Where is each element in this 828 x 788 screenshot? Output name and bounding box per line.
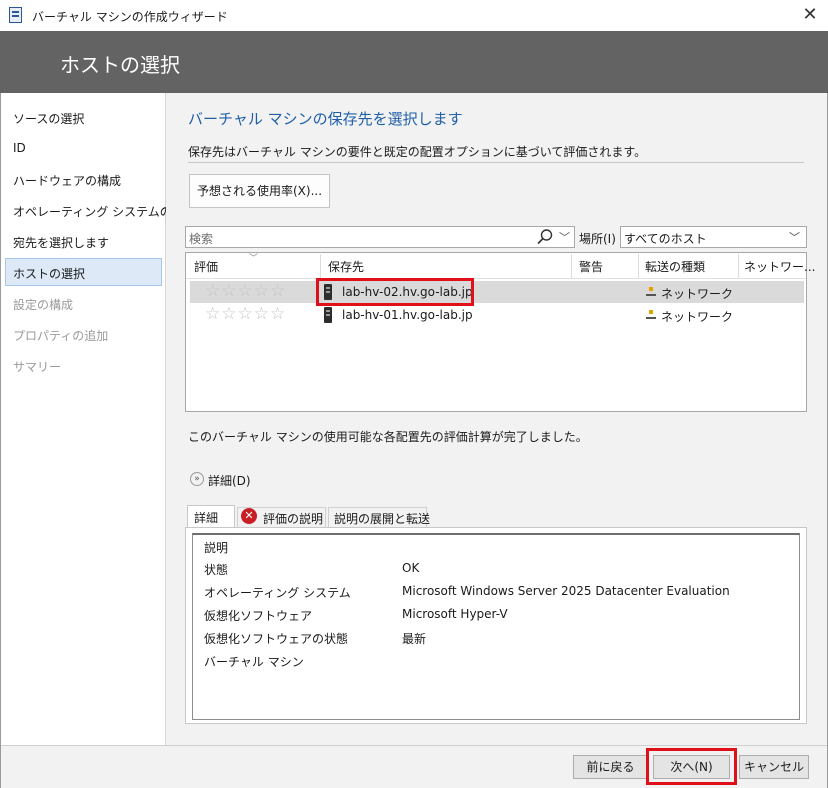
back-button[interactable]: 前に戻る [573, 755, 648, 779]
sidebar-item-source[interactable]: ソースの選択 [13, 110, 84, 127]
details-list [192, 533, 800, 720]
tab-details-label: 詳細 [194, 511, 219, 525]
column-header-transfer[interactable]: 転送の種類 [645, 258, 705, 275]
window-title: バーチャル マシンの作成ウィザード [32, 10, 228, 24]
detail-key: 仮想化ソフトウェアの状態 [204, 632, 349, 646]
cancel-button[interactable]: キャンセル [739, 755, 809, 779]
column-header-network[interactable]: ネットワー... [744, 258, 815, 275]
wizard-sidebar [1, 93, 166, 745]
close-icon[interactable]: ✕ [795, 2, 825, 28]
transfer-type: ネットワーク [661, 287, 734, 301]
sort-indicator-icon: ﹀ [249, 254, 259, 264]
sidebar-item-host[interactable]: ホストの選択 [13, 265, 85, 282]
search-placeholder: 検索 [189, 232, 214, 246]
host-grid [185, 252, 807, 412]
detail-value: Microsoft Hyper-V [402, 607, 508, 621]
column-divider[interactable] [638, 254, 639, 278]
column-header-destination[interactable]: 保存先 [328, 258, 364, 275]
location-value: すべてのホスト [624, 232, 707, 246]
column-header-rating[interactable]: 評価 [194, 258, 218, 275]
sidebar-item-properties: プロパティの追加 [13, 329, 109, 343]
detail-key: 説明 [204, 541, 229, 555]
search-icon[interactable] [536, 228, 554, 246]
transfer-type: ネットワーク [661, 310, 734, 324]
sidebar-item-destination[interactable]: 宛先を選択します [13, 234, 109, 251]
app-icon [9, 7, 22, 23]
detail-key: 状態 [204, 563, 229, 577]
divider [188, 162, 804, 163]
tab-deployment-transfer-label: 説明の展開と転送 [334, 512, 431, 526]
header-divider [186, 278, 806, 279]
network-icon [646, 287, 656, 296]
server-icon [324, 307, 332, 323]
sidebar-item-hardware[interactable]: ハードウェアの構成 [13, 172, 121, 189]
host-name: lab-hv-01.hv.go-lab.jp [342, 308, 473, 322]
detail-key: オペレーティング システム [204, 586, 351, 600]
highlight-box [316, 278, 474, 306]
expand-icon[interactable]: » [190, 472, 204, 486]
tab-rating-explanation-label: 評価の説明 [263, 512, 324, 526]
details-toggle[interactable]: 詳細(D) [208, 472, 251, 489]
detail-key: 仮想化ソフトウェア [204, 609, 313, 623]
status-message: このバーチャル マシンの使用可能な各配置先の評価計算が完了しました。 [188, 430, 588, 444]
detail-key: バーチャル マシン [204, 655, 304, 669]
sidebar-item-settings: 設定の構成 [13, 298, 74, 312]
chevron-down-icon[interactable]: ﹀ [559, 229, 570, 245]
rating-stars: ☆☆☆☆☆ [205, 304, 287, 324]
detail-value: OK [402, 561, 420, 575]
network-icon [646, 310, 656, 319]
column-divider[interactable] [320, 254, 321, 278]
detail-value: 最新 [402, 632, 427, 646]
error-icon: ✕ [241, 508, 257, 524]
expected-usage-button[interactable]: 予想される使用率(X)... [189, 174, 330, 208]
highlight-box [646, 748, 737, 785]
rating-stars: ☆☆☆☆☆ [205, 281, 287, 301]
column-divider[interactable] [571, 254, 572, 278]
sidebar-item-summary: サマリー [13, 360, 62, 374]
page-title: ホストの選択 [60, 53, 180, 77]
chevron-down-icon[interactable]: ﹀ [789, 229, 800, 245]
description: 保存先はバーチャル マシンの要件と既定の配置オプションに基づいて評価されます。 [188, 145, 647, 159]
column-header-warning[interactable]: 警告 [579, 258, 603, 275]
sidebar-item-id[interactable]: ID [13, 141, 26, 155]
content-heading: バーチャル マシンの保存先を選択します [188, 110, 463, 128]
location-label: 場所(I) [579, 232, 616, 246]
search-input[interactable] [185, 226, 575, 248]
column-divider[interactable] [738, 254, 739, 278]
detail-value: Microsoft Windows Server 2025 Datacenter… [402, 584, 730, 598]
